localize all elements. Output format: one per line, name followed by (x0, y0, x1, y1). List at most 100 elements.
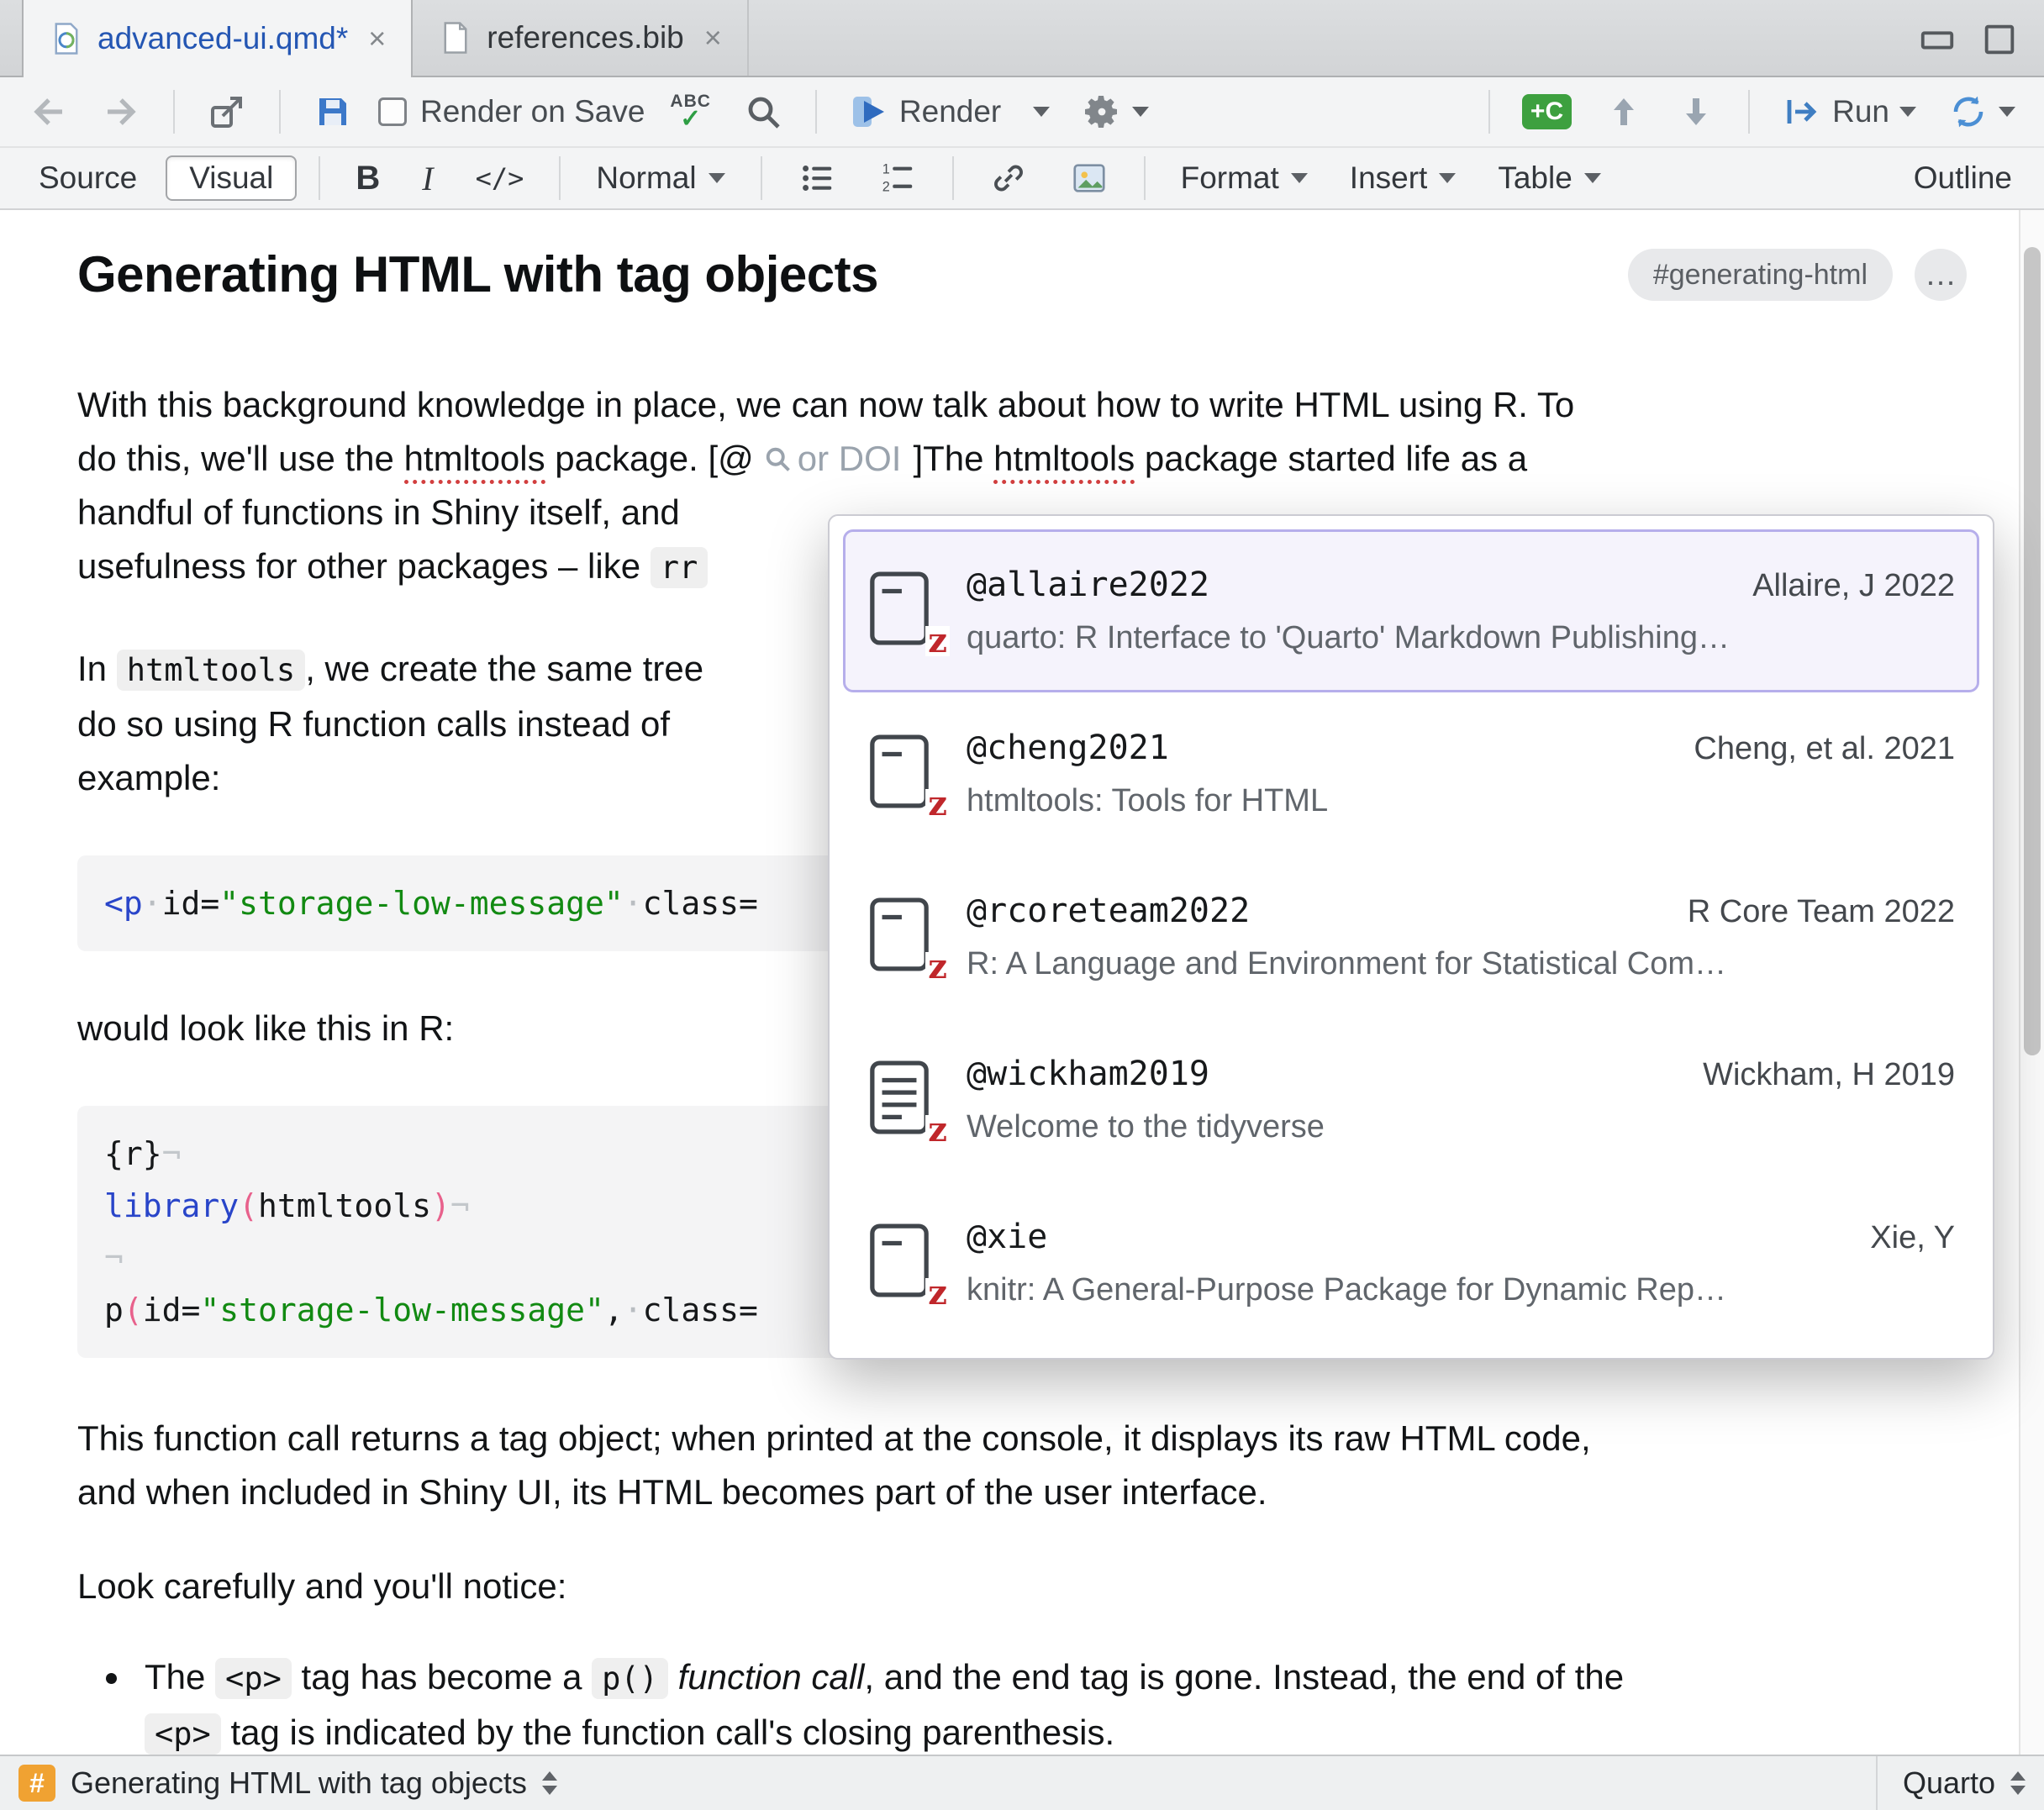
run-label: Run (1832, 94, 1889, 129)
render-options-dropdown[interactable] (1026, 102, 1056, 122)
chevron-down-icon (1291, 173, 1308, 183)
format-menu[interactable]: Format (1167, 157, 1321, 199)
section-navigator-arrows[interactable] (542, 1771, 557, 1795)
citation-open-bracket: [@ (708, 439, 753, 478)
back-arrow-icon (29, 92, 69, 132)
code-token: , (604, 1292, 624, 1329)
spellcheck-check: ✓ (680, 107, 701, 132)
table-menu-label: Table (1498, 160, 1572, 196)
chevron-down-icon (1439, 173, 1456, 183)
source-mode-button[interactable]: Source (25, 157, 150, 199)
render-button[interactable]: Render (842, 87, 1008, 137)
insert-menu[interactable]: Insert (1336, 157, 1470, 199)
text-line: This function call returns a tag object;… (77, 1412, 1967, 1465)
article-icon: z (867, 1058, 936, 1137)
run-button[interactable]: Run (1775, 87, 1923, 137)
settings-button[interactable] (1075, 87, 1156, 137)
citation-item-rcoreteam2022[interactable]: z @rcoreteam2022 R Core Team 2022 R: A L… (843, 855, 1979, 1018)
code-token: ( (239, 1187, 258, 1224)
toolbar-separator (1144, 156, 1146, 200)
code-token: id= (162, 885, 220, 922)
open-in-new-window-button[interactable] (200, 87, 254, 137)
minimize-icon[interactable] (1918, 20, 1957, 59)
code-button[interactable]: </> (462, 159, 538, 197)
list-item[interactable]: The <p> tag has become a p() function ca… (133, 1650, 1967, 1755)
chevron-down-icon (1999, 107, 2015, 117)
text: In (77, 649, 117, 688)
citation-details: @xie Xie, Y knitr: A General-Purpose Pac… (967, 1216, 1955, 1310)
go-to-previous-chunk-button[interactable] (1597, 87, 1651, 137)
new-chunk-icon: +C (1522, 94, 1572, 129)
citation-author: Xie, Y (1870, 1220, 1955, 1256)
text: do this, we'll use the (77, 439, 404, 478)
outline-toggle[interactable]: Outline (1902, 160, 2019, 196)
paragraph-style-dropdown[interactable]: Normal (582, 157, 738, 199)
save-button[interactable] (306, 87, 360, 137)
section-hash-icon: # (18, 1765, 55, 1802)
vertical-scrollbar[interactable] (2019, 210, 2044, 1755)
insert-link-button[interactable] (976, 155, 1041, 201)
text-line: With this background knowledge in place,… (77, 378, 1967, 432)
spellcheck-button[interactable]: ABC ✓ (663, 87, 718, 137)
citation-details: @allaire2022 Allaire, J 2022 quarto: R I… (967, 564, 1955, 658)
format-menu-label: Format (1181, 160, 1279, 196)
heading-more-button[interactable]: … (1915, 249, 1967, 301)
page-title[interactable]: Generating HTML with tag objects (77, 245, 1628, 304)
bullet-list: The <p> tag has become a p() function ca… (77, 1650, 1967, 1755)
document-format-selector[interactable]: Quarto (1876, 1756, 2026, 1810)
editor-tab-bar: advanced-ui.qmd* × references.bib × (0, 0, 2044, 77)
text: example: (77, 758, 220, 797)
inline-code: rr (651, 547, 709, 588)
heading-row: Generating HTML with tag objects #genera… (77, 245, 1967, 304)
find-button[interactable] (736, 87, 790, 137)
tab-references-bib[interactable]: references.bib × (413, 0, 749, 76)
paragraph-look-carefully[interactable]: Look carefully and you'll notice: (77, 1560, 1967, 1613)
text: and when included in Shiny UI, its HTML … (77, 1472, 1267, 1512)
document-icon: z (867, 569, 936, 648)
render-on-save-toggle[interactable]: Render on Save (378, 94, 645, 129)
close-icon[interactable]: × (368, 21, 386, 56)
tab-advanced-ui-qmd[interactable]: advanced-ui.qmd* × (22, 0, 413, 77)
visual-mode-button[interactable]: Visual (166, 155, 297, 201)
bold-button[interactable]: B (342, 156, 393, 201)
citation-item-allaire2022[interactable]: z @allaire2022 Allaire, J 2022 quarto: R… (843, 529, 1979, 692)
go-to-next-chunk-button[interactable] (1669, 87, 1723, 137)
zotero-icon: z (925, 1115, 950, 1145)
insert-image-button[interactable] (1056, 155, 1122, 201)
render-on-save-checkbox[interactable] (378, 97, 407, 126)
code-token: {r} (104, 1135, 162, 1172)
section-navigator[interactable]: Generating HTML with tag objects (71, 1765, 527, 1801)
visual-editor-canvas[interactable]: Generating HTML with tag objects #genera… (0, 210, 2044, 1755)
close-icon[interactable]: × (704, 20, 722, 55)
citation-top-row: @cheng2021 Cheng, et al. 2021 (967, 727, 1955, 769)
citation-details: @wickham2019 Wickham, H 2019 Welcome to … (967, 1053, 1955, 1147)
insert-chunk-button[interactable]: +C (1515, 89, 1578, 134)
forward-button[interactable] (94, 87, 148, 137)
toolbar-separator (279, 90, 281, 134)
citation-id: @wickham2019 (967, 1053, 1209, 1095)
paragraph-function-call[interactable]: This function call returns a tag object;… (77, 1412, 1967, 1519)
save-icon (313, 92, 353, 132)
citation-item-xie[interactable]: z @xie Xie, Y knitr: A General-Purpose P… (843, 1181, 1979, 1344)
citation-title: R: A Language and Environment for Statis… (967, 944, 1955, 984)
source-document-button[interactable] (1941, 87, 2022, 137)
citation-item-wickham2019[interactable]: z @wickham2019 Wickham, H 2019 Welcome t… (843, 1018, 1979, 1181)
whitespace-marker: · (624, 885, 643, 922)
back-button[interactable] (22, 87, 76, 137)
citation-placeholder[interactable]: [@or DOI] (708, 439, 923, 478)
maximize-icon[interactable] (1980, 20, 2019, 59)
tab-label: references.bib (487, 20, 683, 55)
citation-item-cheng2021[interactable]: z @cheng2021 Cheng, et al. 2021 htmltool… (843, 692, 1979, 855)
text: tag has become a (292, 1657, 592, 1697)
text: , we create the same tree (305, 649, 703, 688)
italic-button[interactable]: I (408, 155, 446, 202)
table-menu[interactable]: Table (1484, 157, 1614, 199)
scrollbar-thumb[interactable] (2024, 247, 2041, 1055)
text: package. (545, 439, 709, 478)
heading-tools: #generating-html … (1628, 249, 1967, 301)
numbered-list-button[interactable]: 12 (865, 155, 930, 201)
citation-id: @xie (967, 1216, 1047, 1258)
heading-anchor-badge[interactable]: #generating-html (1628, 249, 1893, 301)
window-controls (1918, 20, 2019, 59)
bullet-list-button[interactable] (784, 155, 850, 201)
